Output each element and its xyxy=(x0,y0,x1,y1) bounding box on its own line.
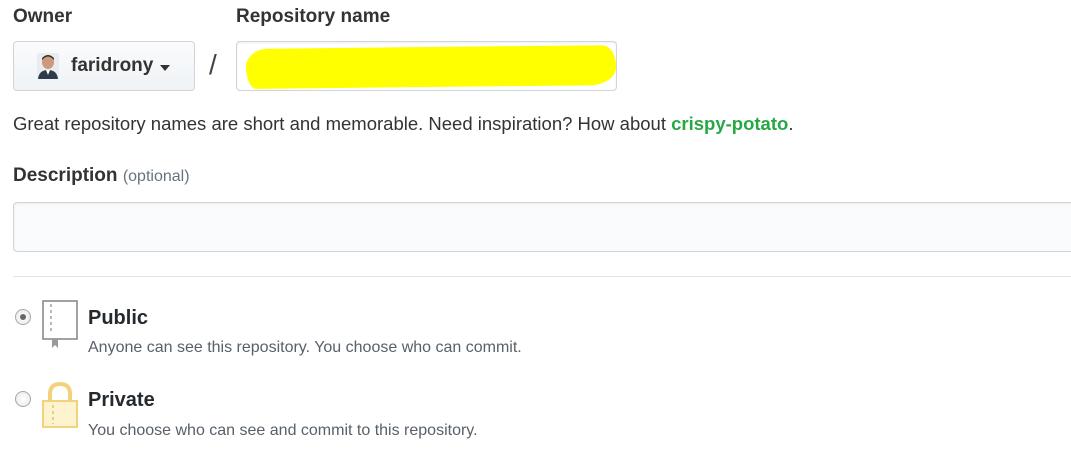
user-avatar xyxy=(37,53,59,79)
public-title: Public xyxy=(88,307,149,329)
private-description: You choose who can see and commit to thi… xyxy=(88,422,478,439)
name-hint: Great repository names are short and mem… xyxy=(13,113,793,135)
hint-text: Great repository names are short and mem… xyxy=(13,113,672,134)
repo-book-icon xyxy=(42,300,78,348)
owner-select-button[interactable]: faridrony xyxy=(13,41,195,91)
description-label-text: Description xyxy=(13,165,118,186)
private-radio[interactable] xyxy=(15,391,31,407)
caret-down-icon xyxy=(160,64,171,71)
public-description: Anyone can see this repository. You choo… xyxy=(88,339,522,356)
section-divider xyxy=(13,276,1071,277)
name-suggestion[interactable]: crispy-potato xyxy=(671,113,788,134)
private-title: Private xyxy=(88,389,155,411)
owner-repo-separator: / xyxy=(209,49,217,80)
owner-label: Owner xyxy=(13,6,73,27)
owner-name: faridrony xyxy=(71,55,154,76)
public-radio[interactable] xyxy=(15,309,31,325)
optional-note: (optional) xyxy=(122,168,190,185)
lock-icon xyxy=(42,381,78,428)
hint-end: . xyxy=(788,113,794,134)
repository-name-label: Repository name xyxy=(236,6,391,27)
repository-name-input[interactable] xyxy=(236,41,617,91)
description-input[interactable] xyxy=(13,202,1071,252)
description-label: Description (optional) xyxy=(13,165,190,187)
